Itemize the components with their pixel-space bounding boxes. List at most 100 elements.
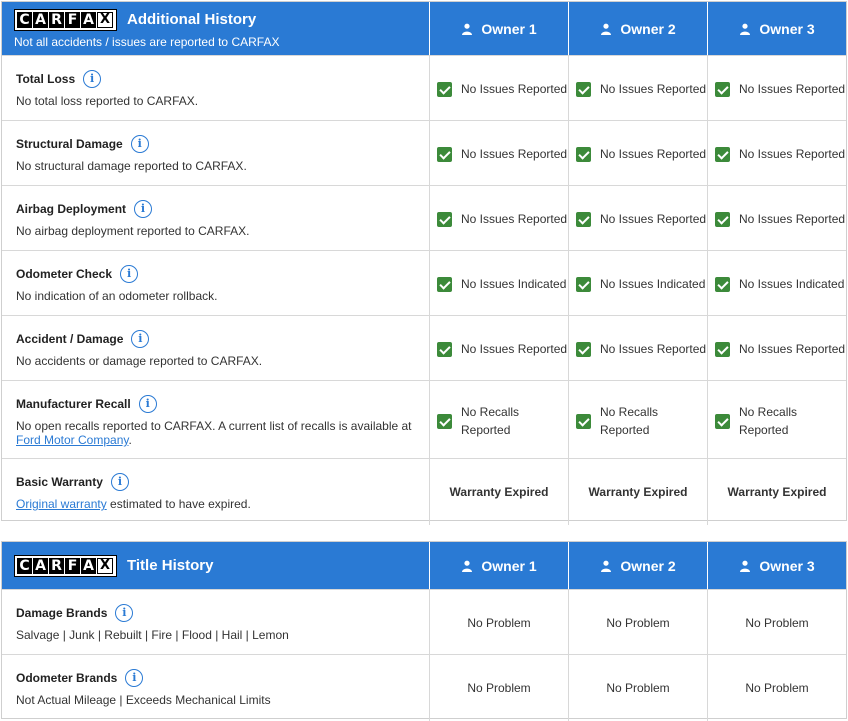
value-cell: No Issues Indicated: [429, 251, 568, 317]
value-cell: Warranty Expired: [707, 459, 846, 525]
value-cell: No Problem: [707, 655, 846, 721]
info-icon[interactable]: i: [83, 70, 102, 88]
value-text: No Issues Reported: [461, 82, 568, 96]
row-label: Odometer Check i No indication of an odom…: [2, 251, 429, 317]
row-desc: No airbag deployment reported to CARFAX.: [16, 224, 250, 238]
value-cell: Warranty Expired: [568, 459, 707, 525]
check-icon: [576, 81, 591, 97]
check-icon: [715, 276, 730, 292]
section-subtitle: Not all accidents / issues are reported …: [14, 34, 280, 49]
owner-label: Owner 2: [620, 20, 676, 37]
owner-label: Owner 3: [759, 557, 815, 574]
value-cell: No Recalls Reported: [707, 381, 846, 461]
info-icon[interactable]: i: [131, 330, 150, 348]
check-icon: [715, 146, 730, 162]
value-cell: No Issues Indicated: [568, 251, 707, 317]
row-label: Structural Damage i No structural damage …: [2, 121, 429, 187]
owner-label: Owner 1: [481, 20, 537, 37]
value-text: No Issues Reported: [739, 342, 846, 356]
value-cell: No Issues Reported: [568, 121, 707, 187]
row-title-wrap: Damage Brands i: [16, 604, 415, 622]
value-cell: No Problem: [707, 590, 846, 656]
check-icon: [576, 211, 591, 227]
info-icon[interactable]: i: [138, 395, 157, 413]
carfax-logo: CARFAX: [14, 554, 117, 577]
owner-label: Owner 2: [620, 557, 676, 574]
owner-2-header: Owner 2: [568, 2, 707, 55]
value-text: Warranty Expired: [727, 485, 827, 499]
row-title-wrap: Airbag Deployment i: [16, 200, 415, 218]
check-icon: [715, 341, 730, 357]
person-icon: [601, 560, 612, 572]
row-title: Damage Brands: [16, 606, 108, 620]
owner-3-header: Owner 3: [707, 2, 846, 55]
row-title-wrap: Manufacturer Recall i: [16, 395, 415, 413]
header-title-row: CARFAX Title History: [14, 554, 417, 577]
header-title-row: CARFAX Additional History: [14, 8, 417, 31]
row-accident-damage: Accident / Damage i No accidents or damag…: [2, 315, 846, 382]
info-icon[interactable]: i: [125, 669, 144, 687]
section-title: Additional History: [127, 11, 257, 28]
row-label: Airbag Deployment i No airbag deployment …: [2, 186, 429, 252]
row-title-wrap: Total Loss i: [16, 70, 415, 88]
info-icon[interactable]: i: [134, 200, 153, 218]
row-desc-after: estimated to have expired.: [106, 497, 251, 511]
row-desc: Original warranty estimated to have expi…: [16, 497, 415, 511]
row-title-wrap: Accident / Damage i: [16, 330, 415, 348]
owner-1-header: Owner 1: [429, 2, 568, 55]
value-text: No Issues Indicated: [600, 277, 706, 291]
title-history-panel: CARFAX Title History Owner 1 Owner 2 Own…: [1, 541, 847, 721]
additional-history-panel: CARFAX Additional History Not all accide…: [1, 1, 847, 525]
person-icon: [462, 23, 473, 35]
value-cell: No Problem: [429, 590, 568, 656]
value-text: No Issues Reported: [600, 147, 707, 161]
check-icon: [576, 276, 591, 292]
check-icon: [437, 81, 452, 97]
row-manufacturer-recall: Manufacturer Recall i No open recalls rep…: [2, 380, 846, 461]
check-icon: [715, 413, 730, 429]
value-cell: No Problem: [429, 655, 568, 721]
check-icon: [576, 146, 591, 162]
info-icon[interactable]: i: [120, 265, 139, 283]
info-icon[interactable]: i: [130, 135, 149, 153]
person-icon: [601, 23, 612, 35]
value-text: No Issues Reported: [461, 212, 568, 226]
value-text: No Issues Indicated: [739, 277, 845, 291]
row-structural-damage: Structural Damage i No structural damage …: [2, 120, 846, 187]
owner-3-header: Owner 3: [707, 542, 846, 589]
check-icon: [437, 413, 452, 429]
row-total-loss: Total Loss i No total loss reported to CA…: [2, 55, 846, 122]
value-cell: No Issues Reported: [707, 56, 846, 122]
check-icon: [715, 211, 730, 227]
ford-motor-company-link[interactable]: Ford Motor Company: [16, 433, 128, 447]
row-desc: No structural damage reported to CARFAX.: [16, 159, 247, 173]
row-title: Basic Warranty: [16, 475, 103, 489]
value-cell: No Issues Reported: [429, 316, 568, 382]
person-icon: [740, 23, 751, 35]
header-main: CARFAX Additional History Not all accide…: [2, 2, 429, 55]
info-icon[interactable]: i: [110, 473, 129, 491]
info-icon[interactable]: i: [115, 604, 134, 622]
value-text: Warranty Expired: [588, 485, 688, 499]
carfax-logo: CARFAX: [14, 8, 117, 31]
value-text: No Issues Reported: [461, 147, 568, 161]
row-title-wrap: Odometer Brands i: [16, 669, 415, 687]
row-desc: No open recalls reported to CARFAX. A cu…: [16, 419, 415, 447]
value-text: No Problem: [467, 681, 531, 695]
row-desc: Not Actual Mileage | Exceeds Mechanical …: [16, 693, 271, 707]
value-text: No Issues Reported: [600, 82, 707, 96]
owner-1-header: Owner 1: [429, 542, 568, 589]
row-odometer-check: Odometer Check i No indication of an odom…: [2, 250, 846, 317]
row-label: Basic Warranty i Original warranty estima…: [2, 459, 429, 525]
owner-label: Owner 1: [481, 557, 537, 574]
check-icon: [715, 81, 730, 97]
row-desc: Salvage | Junk | Rebuilt | Fire | Flood …: [16, 628, 289, 642]
value-text: No Issues Reported: [600, 212, 707, 226]
value-text: No Issues Reported: [461, 342, 568, 356]
value-cell: No Issues Reported: [707, 121, 846, 187]
original-warranty-link[interactable]: Original warranty: [16, 497, 107, 511]
row-title: Odometer Brands: [16, 671, 118, 685]
row-label: Damage Brands i Salvage | Junk | Rebuilt …: [2, 590, 429, 656]
value-cell: No Issues Indicated: [707, 251, 846, 317]
value-cell: No Recalls Reported: [429, 381, 568, 461]
